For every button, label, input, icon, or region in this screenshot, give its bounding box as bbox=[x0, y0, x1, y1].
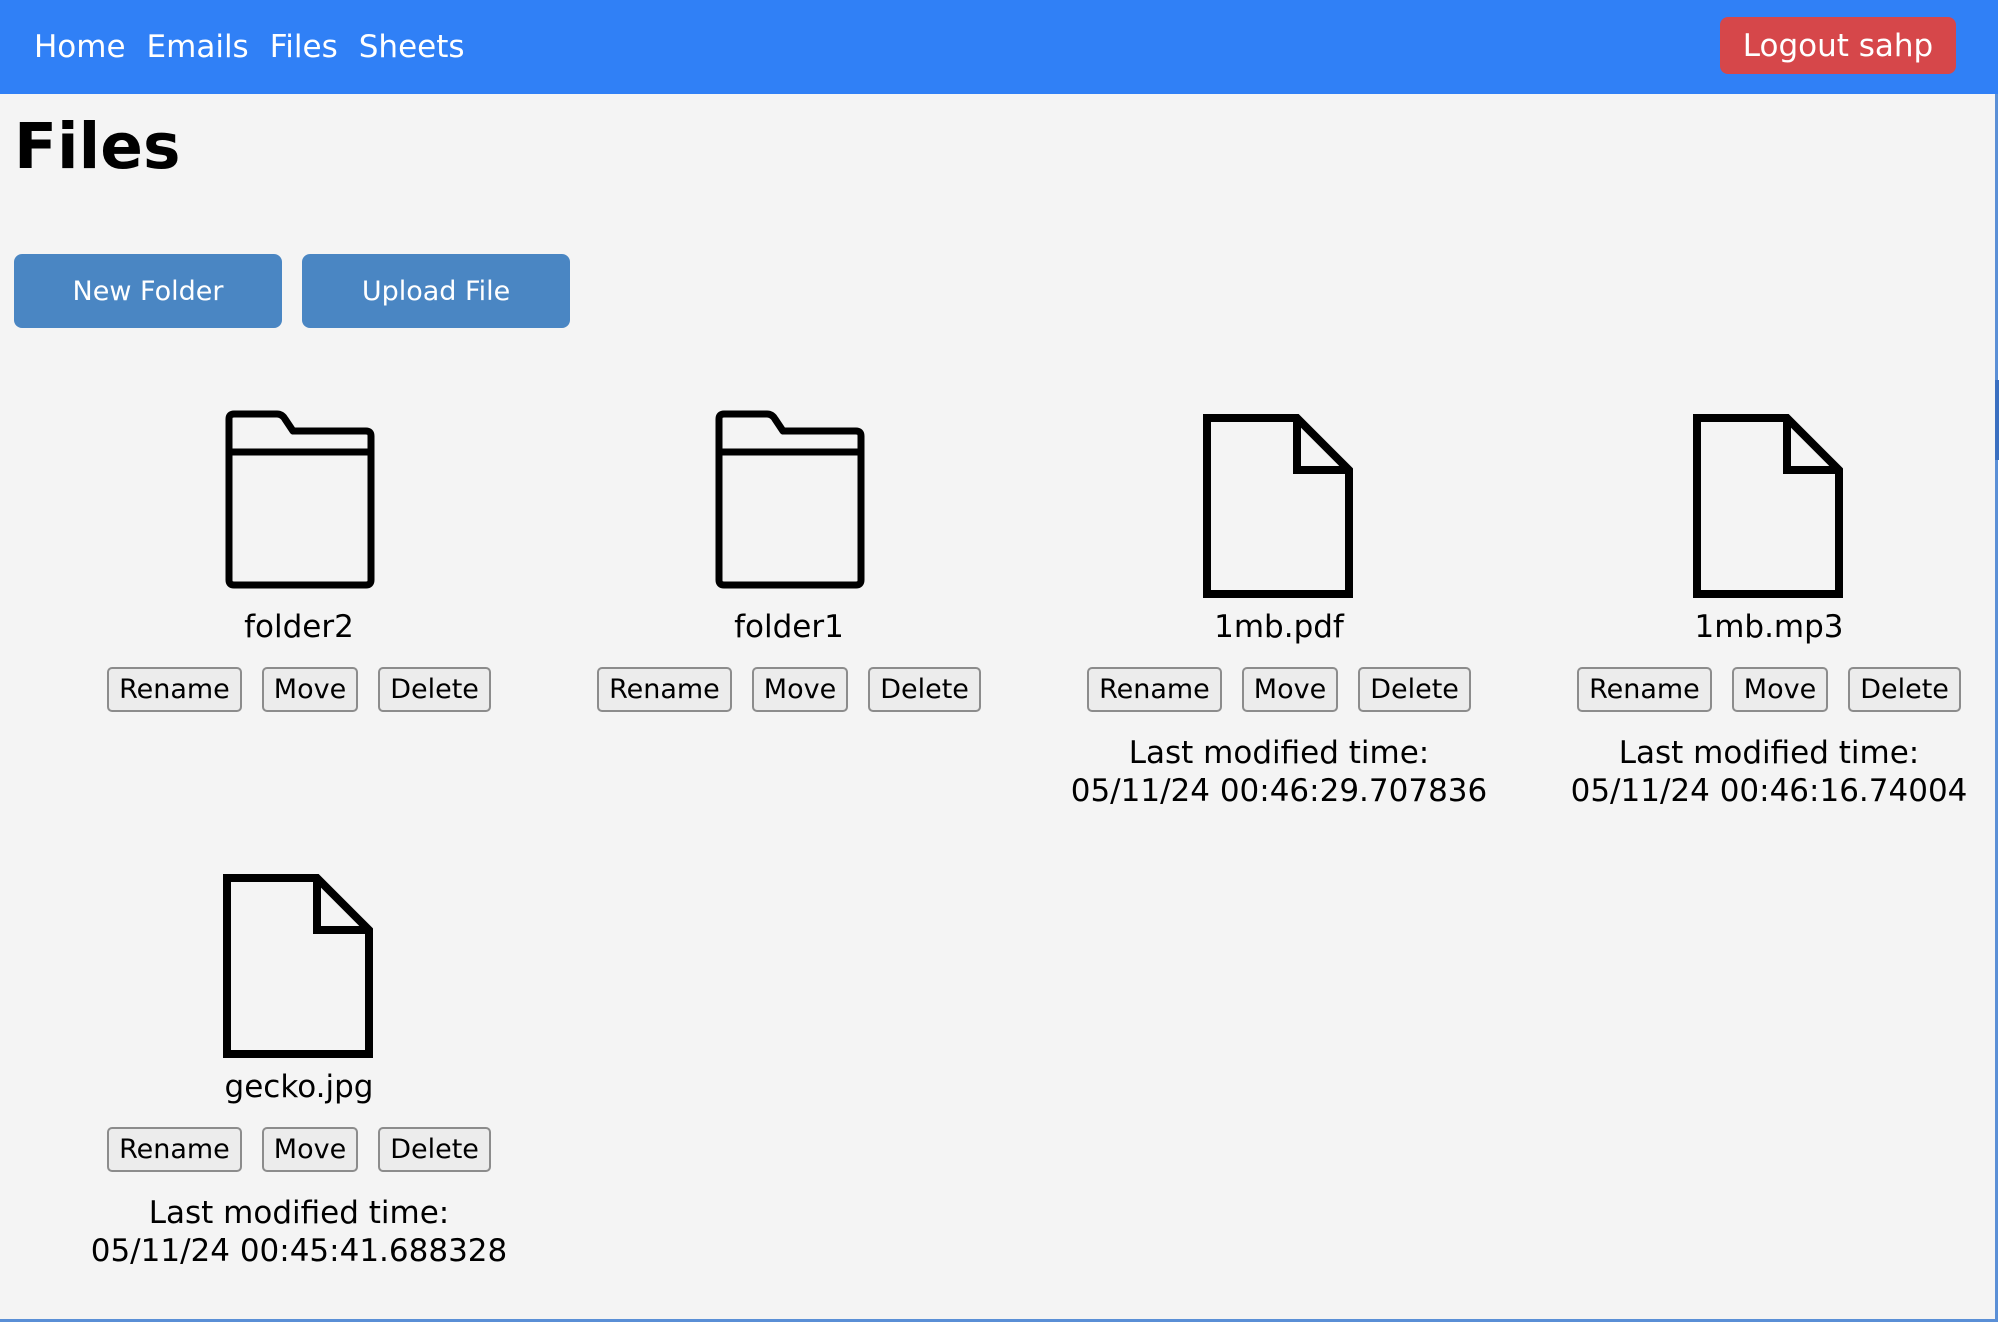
move-button[interactable]: Move bbox=[261, 1127, 359, 1172]
nav-link-files[interactable]: Files bbox=[270, 31, 338, 63]
item-actions: Rename Move Delete bbox=[597, 667, 981, 712]
item-actions: Rename Move Delete bbox=[1577, 667, 1961, 712]
folder-icon[interactable] bbox=[199, 404, 399, 604]
move-button[interactable]: Move bbox=[1731, 667, 1829, 712]
scrollbar-thumb[interactable] bbox=[1995, 380, 1999, 460]
move-button[interactable]: Move bbox=[751, 667, 849, 712]
item-actions: Rename Move Delete bbox=[107, 1127, 491, 1172]
move-button[interactable]: Move bbox=[261, 667, 359, 712]
folder-icon[interactable] bbox=[689, 404, 889, 604]
file-icon[interactable] bbox=[1669, 404, 1869, 604]
nav-links: Home Emails Files Sheets bbox=[34, 0, 465, 94]
last-modified-value: 05/11/24 00:45:41.688328 bbox=[90, 1233, 508, 1269]
item-name: folder1 bbox=[734, 609, 844, 645]
nav-link-sheets[interactable]: Sheets bbox=[359, 31, 465, 63]
rename-button[interactable]: Rename bbox=[597, 667, 732, 712]
last-modified-label: Last modified time: bbox=[1618, 735, 1920, 771]
delete-button[interactable]: Delete bbox=[378, 667, 491, 712]
nav-link-emails[interactable]: Emails bbox=[147, 31, 249, 63]
move-button[interactable]: Move bbox=[1241, 667, 1339, 712]
file-icon[interactable] bbox=[1179, 404, 1379, 604]
file-item-folder1: folder1 Rename Move Delete bbox=[544, 404, 1034, 712]
delete-button[interactable]: Delete bbox=[1848, 667, 1961, 712]
rename-button[interactable]: Rename bbox=[107, 667, 242, 712]
item-name: 1mb.pdf bbox=[1214, 609, 1344, 645]
upload-file-button[interactable]: Upload File bbox=[302, 254, 570, 328]
file-item-folder2: folder2 Rename Move Delete bbox=[54, 404, 544, 712]
item-name: gecko.jpg bbox=[224, 1069, 374, 1105]
page-title: Files bbox=[14, 110, 181, 183]
new-folder-button[interactable]: New Folder bbox=[14, 254, 282, 328]
last-modified-label: Last modified time: bbox=[148, 1195, 450, 1231]
file-item-gecko-jpg: gecko.jpg Rename Move Delete Last modifi… bbox=[54, 864, 544, 1270]
last-modified-label: Last modified time: bbox=[1128, 735, 1430, 771]
nav-link-home[interactable]: Home bbox=[34, 31, 126, 63]
file-icon[interactable] bbox=[199, 864, 399, 1064]
delete-button[interactable]: Delete bbox=[868, 667, 981, 712]
delete-button[interactable]: Delete bbox=[1358, 667, 1471, 712]
last-modified: Last modified time: 05/11/24 00:46:29.70… bbox=[1071, 734, 1488, 810]
file-item-1mb-mp3: 1mb.mp3 Rename Move Delete Last modified… bbox=[1524, 404, 2002, 810]
rename-button[interactable]: Rename bbox=[1087, 667, 1222, 712]
last-modified: Last modified time: 05/11/24 00:46:16.74… bbox=[1571, 734, 1968, 810]
rename-button[interactable]: Rename bbox=[107, 1127, 242, 1172]
item-actions: Rename Move Delete bbox=[1087, 667, 1471, 712]
top-navbar: Home Emails Files Sheets Logout sahp bbox=[0, 0, 1998, 94]
item-name: folder2 bbox=[244, 609, 354, 645]
last-modified-value: 05/11/24 00:46:16.74004 bbox=[1570, 773, 1968, 809]
last-modified-value: 05/11/24 00:46:29.707836 bbox=[1070, 773, 1488, 809]
delete-button[interactable]: Delete bbox=[378, 1127, 491, 1172]
rename-button[interactable]: Rename bbox=[1577, 667, 1712, 712]
item-actions: Rename Move Delete bbox=[107, 667, 491, 712]
file-item-1mb-pdf: 1mb.pdf Rename Move Delete Last modified… bbox=[1034, 404, 1524, 810]
last-modified: Last modified time: 05/11/24 00:45:41.68… bbox=[91, 1194, 508, 1270]
logout-button[interactable]: Logout sahp bbox=[1720, 17, 1956, 74]
item-name: 1mb.mp3 bbox=[1694, 609, 1844, 645]
